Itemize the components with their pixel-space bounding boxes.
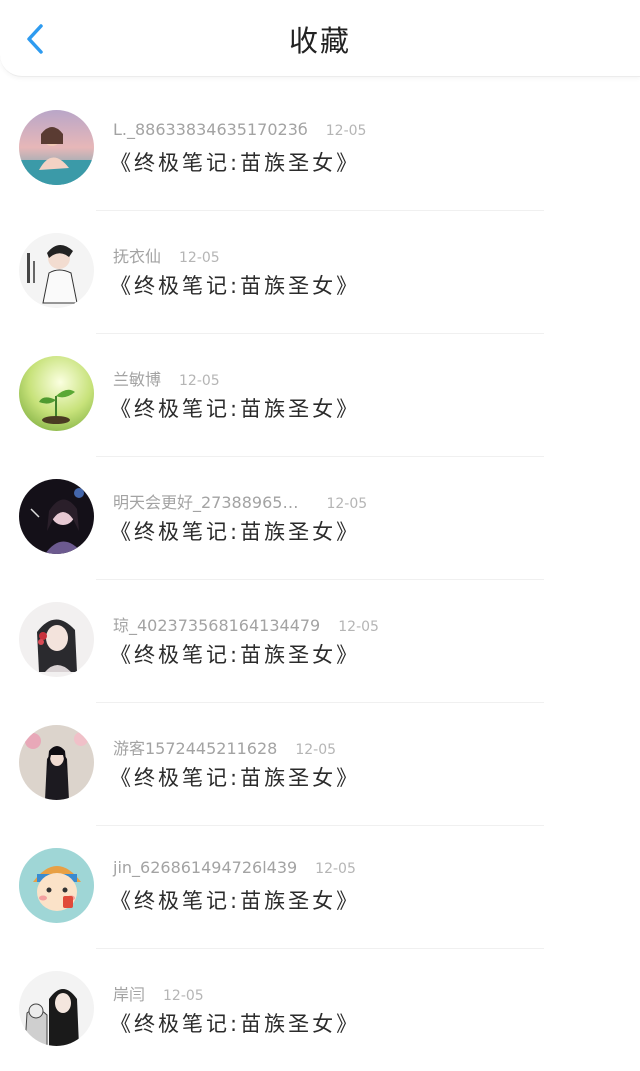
avatar[interactable] bbox=[19, 233, 94, 308]
username[interactable]: 明天会更好_27388965… bbox=[113, 493, 298, 512]
list-item[interactable]: 游客1572445211628 12-05 《终极笔记:苗族圣女》 bbox=[0, 702, 640, 825]
top-bar: 收藏 bbox=[0, 0, 640, 77]
date: 12-05 bbox=[295, 742, 337, 758]
list-item[interactable]: 兰敏博 12-05 《终极笔记:苗族圣女》 bbox=[0, 333, 640, 456]
page-title: 收藏 bbox=[288, 24, 351, 58]
username[interactable]: 岸闫 bbox=[113, 985, 145, 1004]
list-item[interactable]: L._8863383463517023б 12-05 《终极笔记:苗族圣女》 bbox=[0, 87, 640, 210]
favorites-list: L._8863383463517023б 12-05 《终极笔记:苗族圣女》 抚衣… bbox=[0, 87, 640, 1071]
book-title[interactable]: 《终极笔记:苗族圣女》 bbox=[110, 639, 360, 669]
book-title[interactable]: 《终极笔记:苗族圣女》 bbox=[110, 1008, 360, 1038]
avatar[interactable] bbox=[19, 971, 94, 1046]
book-title[interactable]: 《终极笔记:苗族圣女》 bbox=[110, 516, 360, 546]
book-title[interactable]: 《终极笔记:苗族圣女》 bbox=[110, 762, 360, 792]
date: 12-05 bbox=[163, 988, 204, 1004]
avatar[interactable] bbox=[19, 725, 94, 800]
date: 12-05 bbox=[325, 123, 367, 139]
avatar[interactable] bbox=[19, 356, 94, 431]
avatar[interactable] bbox=[19, 848, 94, 923]
list-item[interactable]: 岸闫 12-05 《终极笔记:苗族圣女》 bbox=[0, 948, 640, 1071]
date: 12-05 bbox=[326, 496, 368, 512]
list-item[interactable]: 抚衣仙 12-05 《终极笔记:苗族圣女》 bbox=[0, 210, 640, 333]
avatar[interactable] bbox=[19, 479, 94, 554]
date: 12-05 bbox=[315, 861, 356, 877]
list-item[interactable]: 明天会更好_27388965… 12-05 《终极笔记:苗族圣女》 bbox=[0, 456, 640, 579]
username[interactable]: jin_626861494726l439 bbox=[113, 858, 297, 877]
avatar[interactable] bbox=[19, 602, 94, 677]
book-title[interactable]: 《终极笔记:苗族圣女》 bbox=[110, 147, 360, 177]
date: 12-05 bbox=[338, 619, 379, 635]
book-title[interactable]: 《终极笔记:苗族圣女》 bbox=[110, 393, 360, 423]
avatar[interactable] bbox=[19, 110, 94, 185]
username[interactable]: 游客1572445211628 bbox=[113, 739, 277, 758]
username[interactable]: 兰敏博 bbox=[113, 370, 161, 389]
list-item[interactable]: 琼_402373568164134479 12-05 《终极笔记:苗族圣女》 bbox=[0, 579, 640, 702]
book-title[interactable]: 《终极笔记:苗族圣女》 bbox=[110, 270, 360, 300]
book-title[interactable]: 《终极笔记:苗族圣女》 bbox=[110, 885, 360, 915]
list-item[interactable]: jin_626861494726l439 12-05 《终极笔记:苗族圣女》 bbox=[0, 825, 640, 948]
username[interactable]: 抚衣仙 bbox=[113, 247, 161, 266]
date: 12-05 bbox=[179, 373, 220, 389]
date: 12-05 bbox=[179, 250, 220, 266]
username[interactable]: 琼_402373568164134479 bbox=[113, 616, 320, 635]
username[interactable]: L._8863383463517023б bbox=[113, 120, 308, 139]
